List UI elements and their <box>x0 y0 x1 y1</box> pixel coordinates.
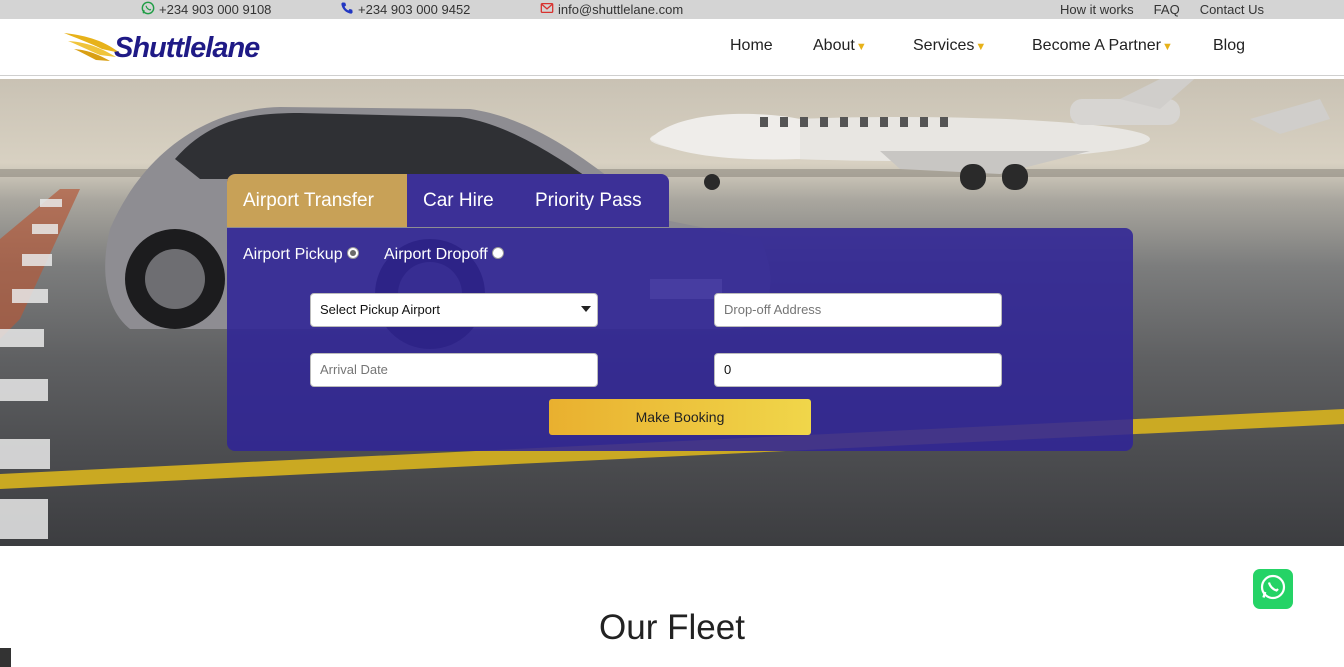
main-header: Shuttlelane Home About▼ Services▼ Become… <box>0 19 1344 76</box>
whatsapp-chat-button[interactable] <box>1253 569 1293 609</box>
caret-down-icon: ▼ <box>975 41 987 53</box>
how-it-works-link[interactable]: How it works <box>1060 2 1134 17</box>
airport-pickup-radio[interactable]: Airport Pickup <box>243 246 359 264</box>
top-contact-bar: +234 903 000 9108 +234 903 000 9452 info… <box>0 0 1344 19</box>
nav-home-label: Home <box>730 37 773 54</box>
arrival-date-field[interactable]: Arrival Date <box>310 353 598 387</box>
corner-widget[interactable] <box>0 648 11 667</box>
make-booking-button[interactable]: Make Booking <box>549 399 811 435</box>
nav-partner-label: Become A Partner <box>1032 37 1161 54</box>
select-value: Select Pickup Airport <box>320 302 440 317</box>
dropoff-address-field[interactable]: Drop-off Address <box>714 293 1002 327</box>
tab-car-hire[interactable]: Car Hire <box>423 174 494 227</box>
email-contact[interactable]: info@shuttlelane.com <box>540 1 683 18</box>
email-address: info@shuttlelane.com <box>558 2 684 17</box>
tab-label: Car Hire <box>423 190 494 211</box>
nav-services[interactable]: Services▼ <box>913 37 986 55</box>
phone-contact[interactable]: +234 903 000 9452 <box>340 1 470 18</box>
wing-logo-icon <box>64 33 120 61</box>
contact-us-link[interactable]: Contact Us <box>1200 2 1264 17</box>
whatsapp-number: +234 903 000 9108 <box>159 2 272 17</box>
tab-label: Airport Transfer <box>243 190 374 211</box>
pickup-airport-select[interactable]: Select Pickup Airport <box>310 293 598 327</box>
nav-blog[interactable]: Blog <box>1213 37 1245 55</box>
nav-blog-label: Blog <box>1213 37 1246 54</box>
nav-become-a-partner[interactable]: Become A Partner▼ <box>1032 37 1173 55</box>
nav-about[interactable]: About▼ <box>813 37 867 55</box>
whatsapp-icon <box>1259 573 1287 606</box>
tab-priority-pass[interactable]: Priority Pass <box>535 174 642 227</box>
tab-label: Priority Pass <box>535 190 642 211</box>
passengers-field[interactable]: 0 <box>714 353 1002 387</box>
hero-banner: Airport Transfer Car Hire Priority Pass … <box>0 79 1344 546</box>
phone-icon <box>340 1 354 18</box>
radio-unchecked-icon[interactable] <box>491 247 504 259</box>
top-links: How it works FAQ Contact Us <box>1060 2 1264 17</box>
nav-home[interactable]: Home <box>730 37 773 55</box>
radio-label: Airport Dropoff <box>384 246 488 263</box>
booking-form: Airport Pickup Airport Dropoff Select Pi… <box>227 228 1133 451</box>
field-value: 0 <box>724 362 732 377</box>
booking-tabs: Airport Transfer Car Hire Priority Pass <box>227 174 669 227</box>
field-placeholder: Drop-off Address <box>724 302 822 317</box>
field-placeholder: Arrival Date <box>320 362 388 377</box>
envelope-icon <box>540 1 554 18</box>
radio-label: Airport Pickup <box>243 246 343 263</box>
caret-down-icon: ▼ <box>855 41 867 53</box>
faq-link[interactable]: FAQ <box>1154 2 1180 17</box>
caret-down-icon: ▼ <box>1161 41 1173 53</box>
airport-dropoff-radio[interactable]: Airport Dropoff <box>384 246 504 264</box>
radio-checked-icon[interactable] <box>346 247 359 259</box>
chevron-down-icon <box>581 306 591 312</box>
site-logo[interactable]: Shuttlelane <box>62 27 272 69</box>
button-label: Make Booking <box>635 409 725 425</box>
our-fleet-heading: Our Fleet <box>599 608 745 647</box>
nav-about-label: About <box>813 37 855 54</box>
tab-airport-transfer[interactable]: Airport Transfer <box>227 174 407 227</box>
whatsapp-icon <box>141 1 155 18</box>
nav-services-label: Services <box>913 37 975 54</box>
phone-number: +234 903 000 9452 <box>358 2 471 17</box>
logo-wordmark: Shuttlelane <box>114 32 260 64</box>
whatsapp-contact[interactable]: +234 903 000 9108 <box>141 1 271 18</box>
